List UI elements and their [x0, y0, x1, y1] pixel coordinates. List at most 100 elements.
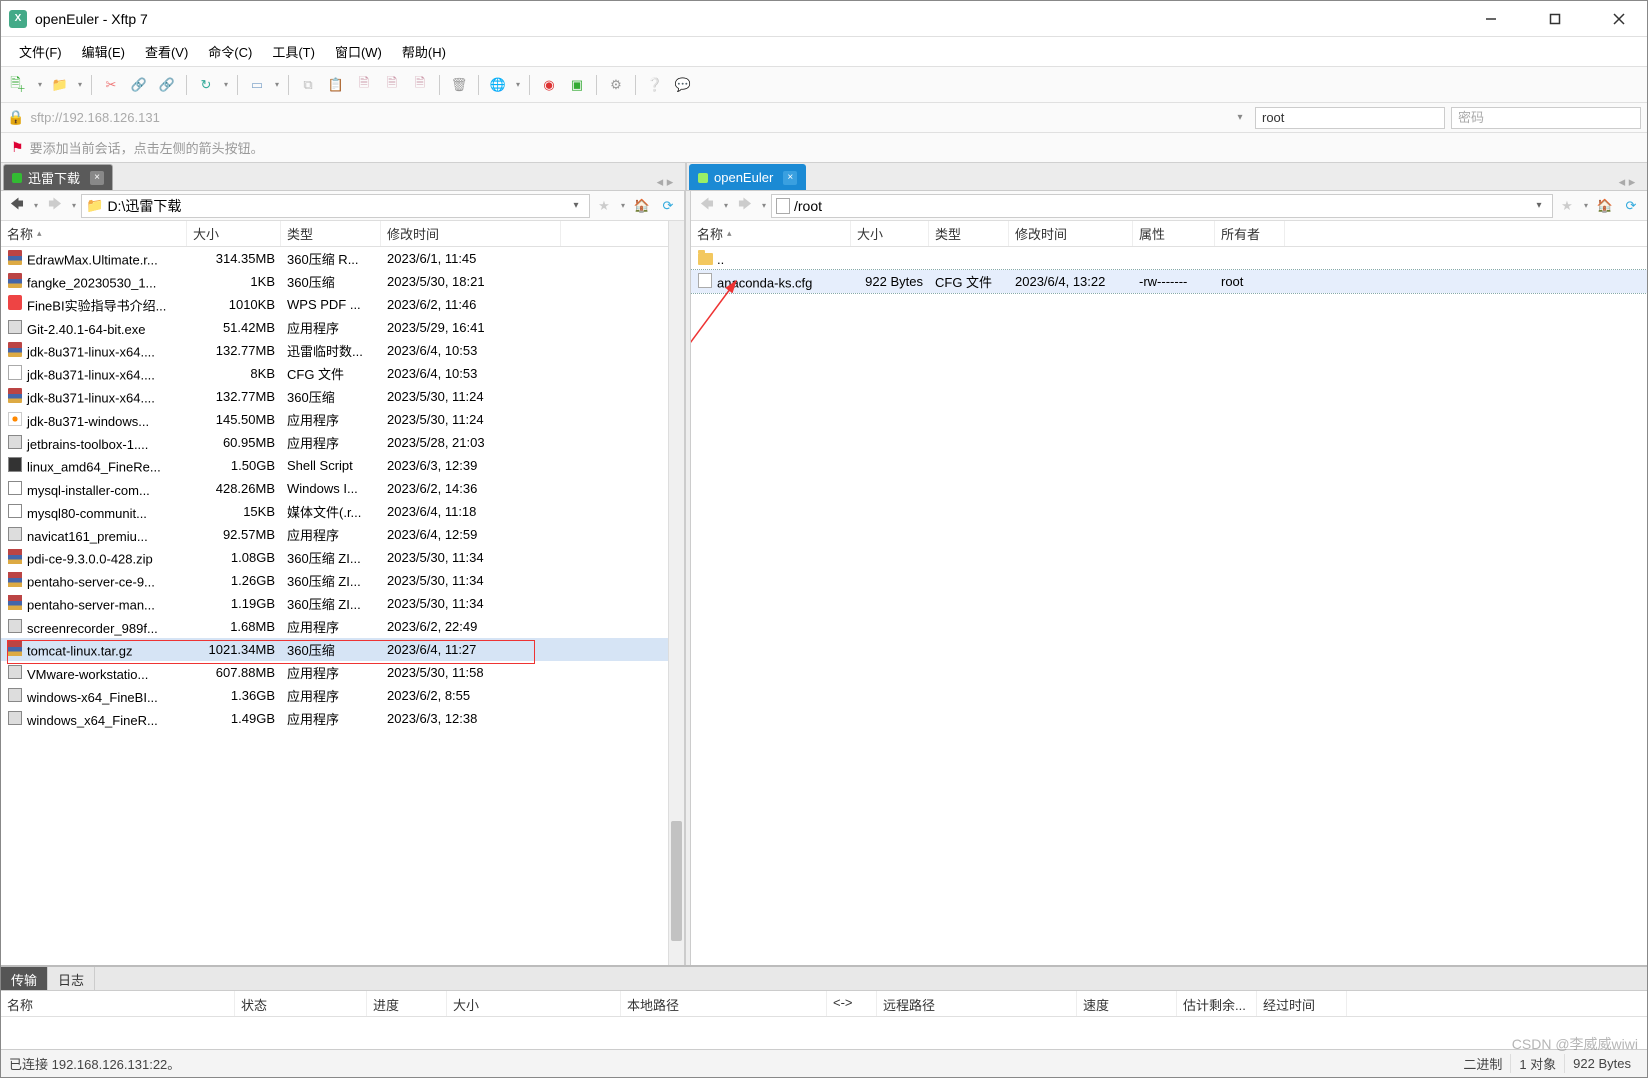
trash-icon[interactable]: 🗑: [446, 72, 472, 98]
col-type[interactable]: 类型: [281, 221, 381, 246]
table-row[interactable]: jdk-8u371-windows...145.50MB应用程序2023/5/3…: [1, 408, 668, 431]
forward-button[interactable]: 🡆: [43, 194, 67, 218]
bcol-eta[interactable]: 估计剩余...: [1177, 991, 1257, 1016]
table-row[interactable]: fangke_20230530_1...1KB360压缩2023/5/30, 1…: [1, 270, 668, 293]
bcol-direction[interactable]: <->: [827, 991, 877, 1016]
refresh-icon[interactable]: ⟳: [656, 194, 680, 218]
bcol-name[interactable]: 名称: [1, 991, 235, 1016]
transfer-body[interactable]: [1, 1017, 1647, 1049]
back-dropdown[interactable]: ▾: [721, 201, 731, 210]
star-icon[interactable]: ★: [1555, 194, 1579, 218]
window-dropdown[interactable]: ▾: [272, 80, 282, 89]
close-button[interactable]: [1599, 5, 1639, 33]
bcol-size[interactable]: 大小: [447, 991, 621, 1016]
bcol-remotepath[interactable]: 远程路径: [877, 991, 1077, 1016]
table-row[interactable]: screenrecorder_989f...1.68MB应用程序2023/6/2…: [1, 615, 668, 638]
scrollbar-thumb[interactable]: [671, 821, 682, 941]
forward-dropdown[interactable]: ▾: [69, 201, 79, 210]
new-session-icon[interactable]: 🗎＋: [7, 72, 33, 98]
table-row[interactable]: mysql-installer-com...428.26MBWindows I.…: [1, 477, 668, 500]
doc-icon[interactable]: 🗎: [351, 72, 377, 98]
col-date[interactable]: 修改时间: [381, 221, 561, 246]
cut-icon[interactable]: ✂: [98, 72, 124, 98]
bcol-progress[interactable]: 进度: [367, 991, 447, 1016]
table-row[interactable]: pdi-ce-9.3.0.0-428.zip1.08GB360压缩 ZI...2…: [1, 546, 668, 569]
doc2-icon[interactable]: 🗎: [379, 72, 405, 98]
back-button[interactable]: 🡄: [5, 194, 29, 218]
maximize-button[interactable]: [1535, 5, 1575, 33]
col-name[interactable]: 名称▴: [1, 221, 187, 246]
doc3-icon[interactable]: 🗎: [407, 72, 433, 98]
remote-path-box[interactable]: ▾: [771, 194, 1553, 218]
star-dropdown[interactable]: ▾: [618, 201, 628, 210]
table-row[interactable]: windows_x64_FineR...1.49GB应用程序2023/6/3, …: [1, 707, 668, 730]
menu-tools[interactable]: 工具(T): [264, 38, 323, 65]
tab-remote[interactable]: openEuler ×: [689, 164, 806, 190]
minimize-button[interactable]: [1471, 5, 1511, 33]
table-row[interactable]: linux_amd64_FineRe...1.50GBShell Script2…: [1, 454, 668, 477]
remote-path-input[interactable]: [794, 198, 1526, 214]
red-dot-icon[interactable]: ◉: [536, 72, 562, 98]
bcol-speed[interactable]: 速度: [1077, 991, 1177, 1016]
password-input[interactable]: [1451, 107, 1641, 129]
table-row[interactable]: FineBI实验指导书介绍...1010KBWPS PDF ...2023/6/…: [1, 293, 668, 316]
open-folder-icon[interactable]: 📁: [47, 72, 73, 98]
bcol-status[interactable]: 状态: [235, 991, 367, 1016]
link2-icon[interactable]: 🔗: [154, 72, 180, 98]
menu-view[interactable]: 查看(V): [137, 38, 196, 65]
back-button[interactable]: 🡄: [695, 194, 719, 218]
refresh-icon[interactable]: ⟳: [1619, 194, 1643, 218]
path-dropdown[interactable]: ▾: [567, 200, 585, 211]
refresh-icon[interactable]: ↻: [193, 72, 219, 98]
star-icon[interactable]: ★: [592, 194, 616, 218]
col-size[interactable]: 大小: [851, 221, 929, 246]
table-row[interactable]: anaconda-ks.cfg922 BytesCFG 文件2023/6/4, …: [691, 270, 1647, 293]
green-sq-icon[interactable]: ▣: [564, 72, 590, 98]
gear-icon[interactable]: ⚙: [603, 72, 629, 98]
menu-window[interactable]: 窗口(W): [327, 38, 390, 65]
home-icon[interactable]: 🏠: [1593, 194, 1617, 218]
table-row[interactable]: tomcat-linux.tar.gz1021.34MB360压缩2023/6/…: [1, 638, 668, 661]
local-path-box[interactable]: 📁 ▾: [81, 194, 590, 218]
menu-edit[interactable]: 编辑(E): [74, 38, 133, 65]
menu-file[interactable]: 文件(F): [11, 38, 70, 65]
address-dropdown[interactable]: ▾: [1231, 112, 1249, 123]
menu-help[interactable]: 帮助(H): [394, 38, 454, 65]
table-row[interactable]: mysql80-communit...15KB媒体文件(.r...2023/6/…: [1, 500, 668, 523]
table-row[interactable]: pentaho-server-man...1.19GB360压缩 ZI...20…: [1, 592, 668, 615]
link-icon[interactable]: 🔗: [126, 72, 152, 98]
table-row[interactable]: Git-2.40.1-64-bit.exe51.42MB应用程序2023/5/2…: [1, 316, 668, 339]
paste-icon[interactable]: 📋: [323, 72, 349, 98]
window-icon[interactable]: ▭: [244, 72, 270, 98]
help-icon[interactable]: ❔: [642, 72, 668, 98]
table-row[interactable]: jdk-8u371-linux-x64....8KBCFG 文件2023/6/4…: [1, 362, 668, 385]
table-row[interactable]: jdk-8u371-linux-x64....132.77MB迅雷临时数...2…: [1, 339, 668, 362]
col-name[interactable]: 名称▴: [691, 221, 851, 246]
table-row[interactable]: EdrawMax.Ultimate.r...314.35MB360压缩 R...…: [1, 247, 668, 270]
refresh-dropdown[interactable]: ▾: [221, 80, 231, 89]
tab-local[interactable]: 迅雷下载 ×: [3, 164, 113, 190]
new-session-dropdown[interactable]: ▾: [35, 80, 45, 89]
col-owner[interactable]: 所有者: [1215, 221, 1285, 246]
parent-dir-row[interactable]: ..: [691, 247, 1647, 270]
copy-icon[interactable]: ⧉: [295, 72, 321, 98]
bcol-elapsed[interactable]: 经过时间: [1257, 991, 1347, 1016]
col-size[interactable]: 大小: [187, 221, 281, 246]
tab-close-icon[interactable]: ×: [783, 171, 797, 185]
table-row[interactable]: VMware-workstatio...607.88MB应用程序2023/5/3…: [1, 661, 668, 684]
table-row[interactable]: jetbrains-toolbox-1....60.95MB应用程序2023/5…: [1, 431, 668, 454]
col-date[interactable]: 修改时间: [1009, 221, 1133, 246]
back-dropdown[interactable]: ▾: [31, 201, 41, 210]
address-url[interactable]: sftp://192.168.126.131: [30, 110, 1225, 125]
table-row[interactable]: windows-x64_FineBI...1.36GB应用程序2023/6/2,…: [1, 684, 668, 707]
tab-nav-right[interactable]: ◂ ▸: [1607, 174, 1647, 190]
chat-icon[interactable]: 💬: [670, 72, 696, 98]
local-path-input[interactable]: [107, 198, 563, 214]
local-scrollbar[interactable]: [668, 221, 684, 965]
star-dropdown[interactable]: ▾: [1581, 201, 1591, 210]
path-dropdown[interactable]: ▾: [1530, 200, 1548, 211]
table-row[interactable]: navicat161_premiu...92.57MB应用程序2023/6/4,…: [1, 523, 668, 546]
menu-command[interactable]: 命令(C): [200, 38, 260, 65]
forward-button[interactable]: 🡆: [733, 194, 757, 218]
globe-dropdown[interactable]: ▾: [513, 80, 523, 89]
